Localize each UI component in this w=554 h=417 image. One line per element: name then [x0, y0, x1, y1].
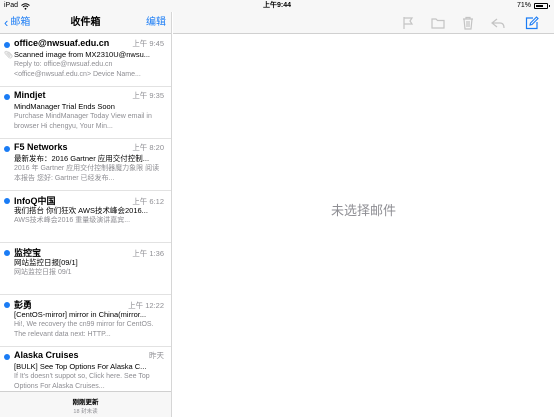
message-header: 监控宝 上午 1:36	[14, 246, 164, 258]
message-subject: [CentOS-mirror] mirror in China(mirror..…	[14, 310, 147, 319]
folder-icon[interactable]	[431, 16, 445, 30]
message-preview: If It's doesn't suppot so, Click here. S…	[14, 373, 150, 390]
message-list-item[interactable]: 📎︎ office@nwsuaf.edu.cn 上午 9:45 Scanned ima…	[0, 35, 171, 87]
message-list-item[interactable]: 监控宝 上午 1:36 网站监控日报[09/1] 网站监控日报 09/1	[0, 243, 171, 295]
message-subject: Scanned image from MX2310U@nwsu...	[14, 50, 151, 59]
unread-dot-icon	[4, 250, 10, 256]
unread-dot-icon	[4, 302, 10, 308]
message-subject: MindManager Trial Ends Soon	[14, 102, 115, 111]
message-header: InfoQ中国 上午 6:12	[14, 194, 164, 206]
message-subject: 网站监控日报[09/1]	[14, 258, 78, 267]
battery-percent: 71%	[516, 2, 531, 9]
status-time: 上午9:44	[262, 2, 291, 9]
message-sender: office@nwsuaf.edu.cn	[14, 38, 110, 48]
message-subject: 我们搭台 你们狂欢 AWS技术峰会2016...	[14, 206, 148, 215]
message-time: 上午 9:35	[132, 91, 164, 100]
message-header: Alaska Cruises 昨天	[14, 350, 164, 362]
message-list-item[interactable]: Mindjet 上午 9:35 MindManager Trial Ends Soo…	[0, 87, 171, 139]
unread-dot-icon	[4, 354, 10, 360]
trash-icon[interactable]	[461, 16, 475, 30]
unread-dot-icon	[4, 94, 10, 100]
inbox-navbar: ‹ 邮箱 收件箱 编辑	[0, 12, 171, 34]
message-time: 昨天	[149, 351, 164, 360]
attachment-icon: 📎︎	[4, 52, 13, 59]
update-status: 刚刚更新	[72, 399, 99, 406]
message-list-item[interactable]: F5 Networks 上午 8:20 最新发布：2016 Gartner 应用交付…	[0, 139, 171, 191]
message-preview: 网站监控日报 09/1	[14, 269, 72, 276]
message-preview: Purchase MindManager Today View email in…	[14, 113, 152, 130]
message-header: F5 Networks 上午 8:20	[14, 142, 164, 154]
message-preview: AWS技术峰会2016 重量级演讲嘉宾...	[14, 217, 131, 224]
message-sender: Mindjet	[14, 90, 46, 100]
message-header: 彭勇 上午 12:22	[14, 298, 164, 310]
compose-icon[interactable]	[525, 16, 539, 30]
message-time: 上午 9:45	[132, 39, 164, 48]
message-list-item[interactable]: Alaska Cruises 昨天 [BULK] See Top Options F…	[0, 347, 171, 391]
flag-icon[interactable]	[401, 16, 415, 30]
message-time: 上午 1:36	[132, 249, 164, 258]
message-header: Mindjet 上午 9:35	[14, 90, 164, 102]
message-subject: 最新发布：2016 Gartner 应用交付控制...	[14, 154, 150, 163]
unread-dot-icon	[4, 42, 10, 48]
message-list-item[interactable]: InfoQ中国 上午 6:12 我们搭台 你们狂欢 AWS技术峰会2016... AW…	[0, 191, 171, 243]
message-preview: Hi!, We recovery the cn99 mirror for Cen…	[14, 321, 154, 338]
reply-icon[interactable]	[491, 16, 505, 30]
mailbox-footer: 刚刚更新 18 封未读	[0, 391, 171, 417]
detail-toolbar	[173, 12, 554, 34]
message-preview: Reply to: office@nwsuaf.edu.cn <office@n…	[14, 61, 141, 78]
message-list[interactable]: 📎︎ office@nwsuaf.edu.cn 上午 9:45 Scanned ima…	[0, 35, 171, 391]
message-subject: [BULK] See Top Options For Alaska C...	[14, 362, 147, 371]
message-sender: F5 Networks	[14, 142, 68, 152]
message-detail-pane: 未选择邮件	[173, 12, 554, 417]
unread-dot-icon	[4, 198, 10, 204]
mailbox-pane: ‹ 邮箱 收件箱 编辑 📎︎ office@nwsuaf.edu.cn 上午 9:4…	[0, 12, 172, 417]
message-list-item[interactable]: 彭勇 上午 12:22 [CentOS-mirror] mirror in Chin…	[0, 295, 171, 347]
battery-icon	[534, 3, 550, 9]
status-bar: iPad 上午9:44 71%	[0, 0, 554, 12]
message-sender: Alaska Cruises	[14, 350, 79, 360]
status-right: 71%	[516, 0, 550, 12]
message-time: 上午 8:20	[132, 143, 164, 152]
unread-dot-icon	[4, 146, 10, 152]
message-preview: 2016 年 Gartner 应用交付控制器魔力象限 阅读本报告 您好: Gar…	[14, 165, 160, 182]
unread-count: 18 封未读	[73, 409, 98, 415]
no-message-selected: 未选择邮件	[330, 203, 396, 218]
message-header: office@nwsuaf.edu.cn 上午 9:45	[14, 38, 164, 50]
edit-button[interactable]: 编辑	[146, 12, 166, 34]
